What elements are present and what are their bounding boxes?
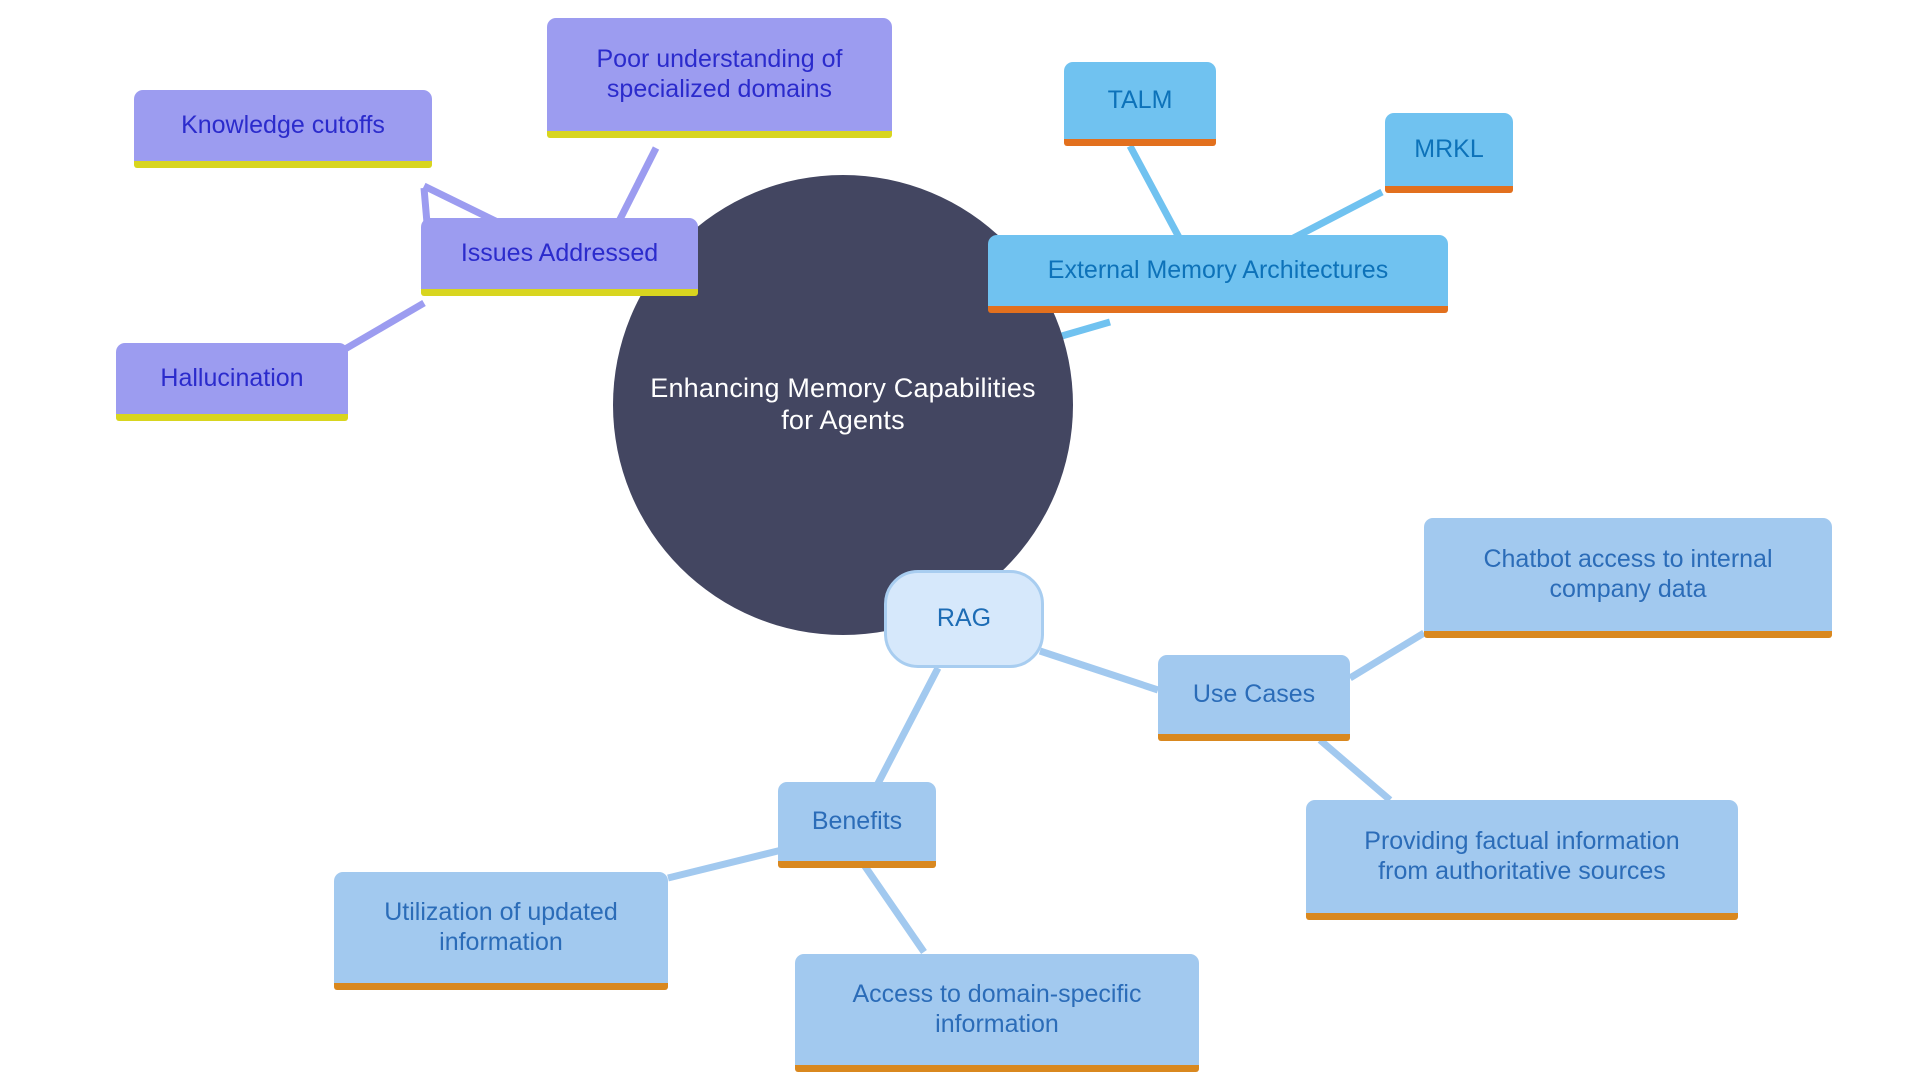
edge-benefits-domain bbox=[859, 860, 927, 954]
branch-benefits[interactable]: Benefits bbox=[778, 782, 936, 868]
node-mrkl[interactable]: MRKL bbox=[1385, 113, 1513, 193]
node-hallucination[interactable]: Hallucination bbox=[116, 343, 348, 421]
edge-usecases-chatbot bbox=[1348, 630, 1426, 681]
edge-rag-usecases bbox=[1038, 647, 1160, 694]
node-talm[interactable]: TALM bbox=[1064, 62, 1216, 146]
node-factual-info[interactable]: Providing factual information from autho… bbox=[1306, 800, 1738, 920]
node-domain-specific[interactable]: Access to domain-specific information bbox=[795, 954, 1199, 1072]
node-chatbot-access[interactable]: Chatbot access to internal company data bbox=[1424, 518, 1832, 638]
branch-issues-addressed[interactable]: Issues Addressed bbox=[421, 218, 698, 296]
node-poor-understanding[interactable]: Poor understanding of specialized domain… bbox=[547, 18, 892, 138]
edge-benefits-updated bbox=[667, 844, 791, 882]
branch-use-cases[interactable]: Use Cases bbox=[1158, 655, 1350, 741]
node-rag[interactable]: RAG bbox=[884, 570, 1044, 668]
edge-issues-hallucination bbox=[338, 299, 426, 356]
mindmap-canvas: Enhancing Memory Capabilities for Agents… bbox=[0, 0, 1920, 1080]
edge-rag-benefits bbox=[868, 666, 942, 797]
edge-usecases-factual bbox=[1317, 737, 1393, 803]
edge-ema-talm bbox=[1126, 144, 1186, 245]
node-knowledge-cutoffs[interactable]: Knowledge cutoffs bbox=[134, 90, 432, 168]
branch-external-memory-architectures[interactable]: External Memory Architectures bbox=[988, 235, 1448, 313]
node-updated-information[interactable]: Utilization of updated information bbox=[334, 872, 668, 990]
